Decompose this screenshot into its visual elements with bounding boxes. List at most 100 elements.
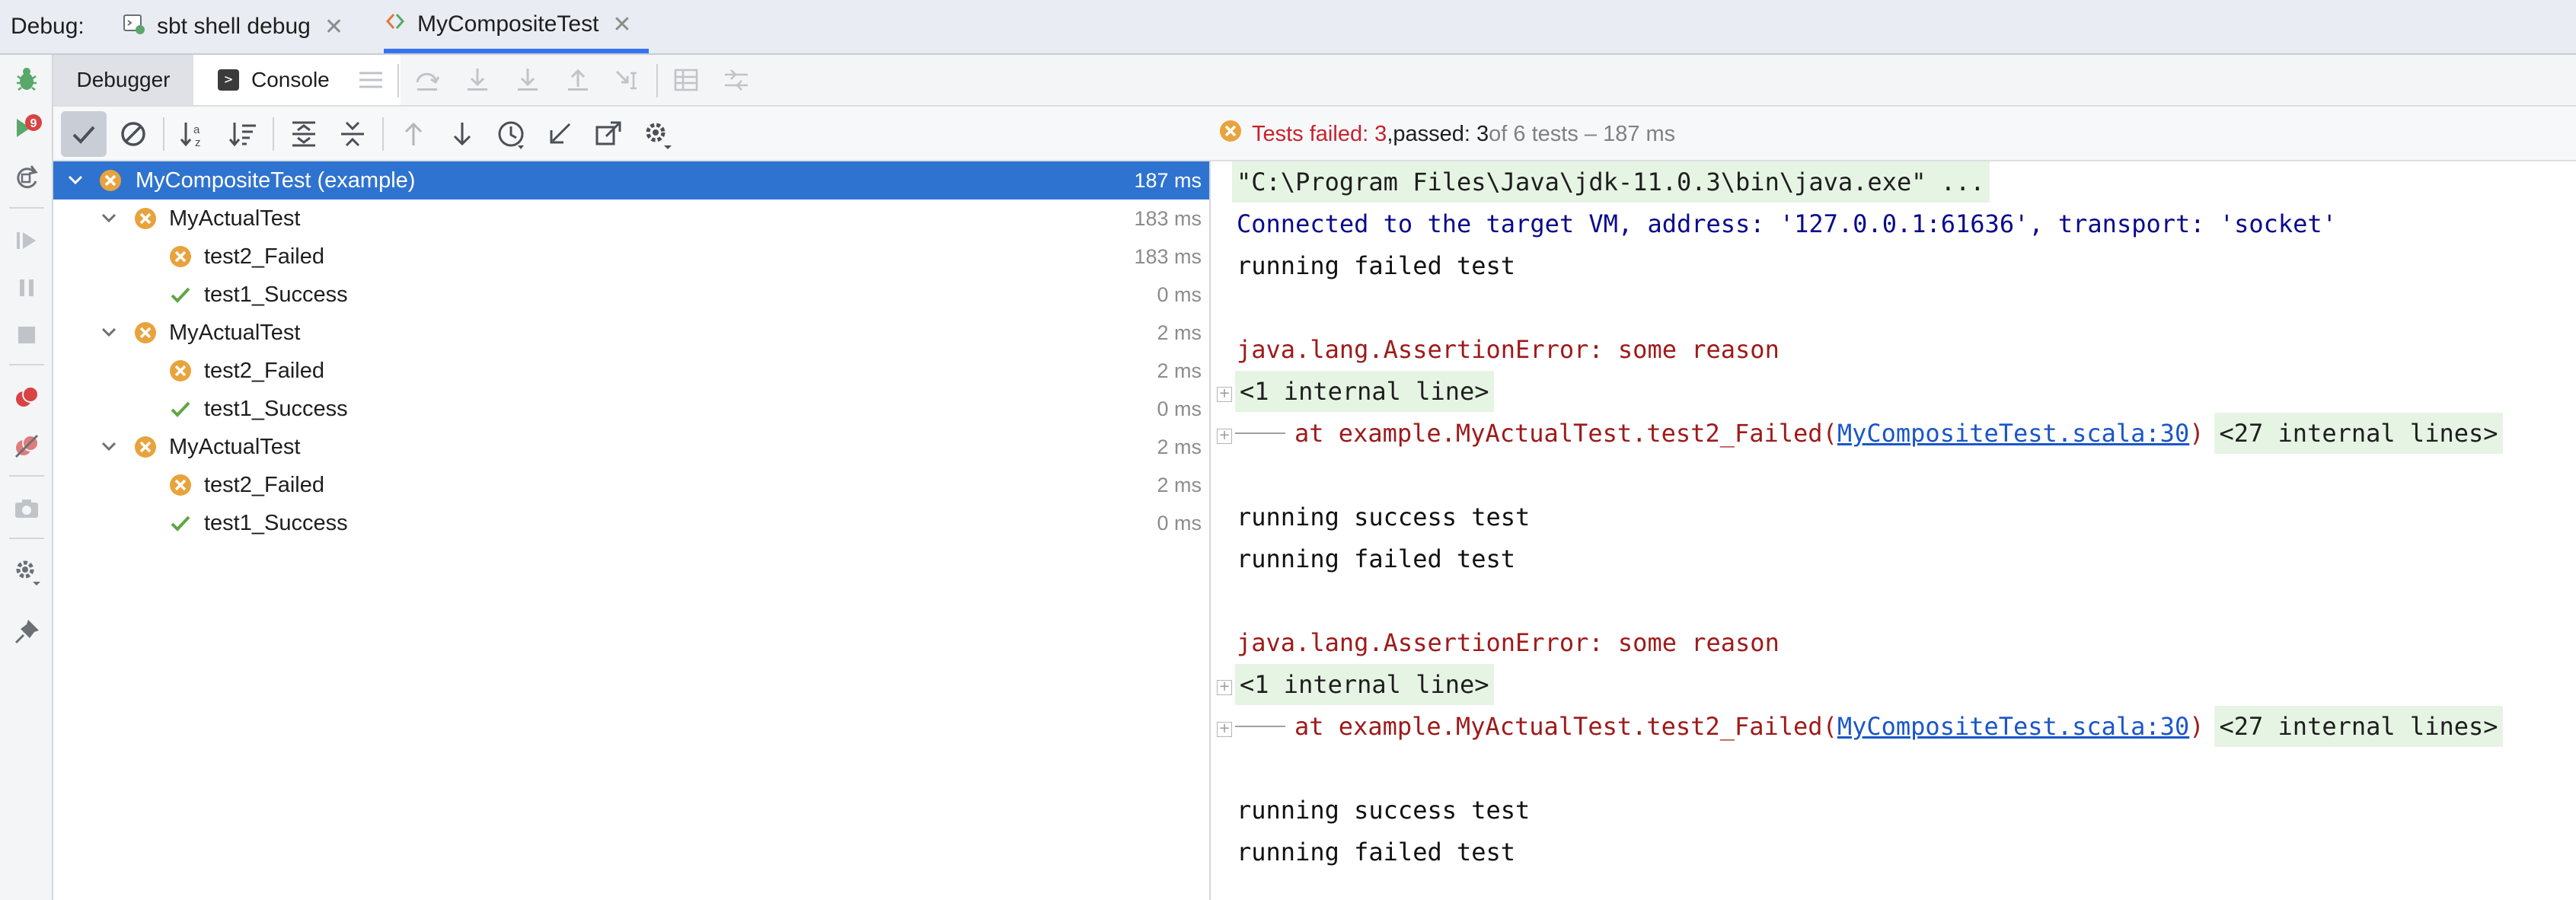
fold-expand-icon[interactable]: + bbox=[1217, 429, 1232, 444]
debug-bug-icon[interactable] bbox=[10, 62, 43, 96]
tree-row-test[interactable]: test2_Failed 183 ms bbox=[53, 238, 1209, 276]
stack-at-text: at example.MyActualTest.test2_Failed( bbox=[1294, 712, 1837, 741]
stop-icon[interactable] bbox=[10, 318, 43, 352]
collapse-all-icon[interactable] bbox=[335, 116, 370, 152]
tree-row-duration: 183 ms bbox=[1134, 206, 1202, 230]
sort-by-duration-icon[interactable] bbox=[225, 116, 260, 152]
mute-breakpoints-icon[interactable] bbox=[10, 429, 43, 463]
toolbar-divider bbox=[9, 364, 44, 365]
chevron-down-icon[interactable] bbox=[97, 436, 120, 458]
console-output-line: running success test bbox=[1237, 503, 1531, 531]
chevron-down-icon[interactable] bbox=[97, 321, 120, 344]
tree-row-root[interactable]: MyCompositeTest (example) 187 ms bbox=[53, 161, 1209, 199]
show-passed-toggle[interactable] bbox=[61, 111, 107, 157]
close-icon[interactable]: ✕ bbox=[324, 14, 343, 40]
tree-row-duration: 2 ms bbox=[1157, 321, 1202, 344]
status-separator: , bbox=[1387, 121, 1393, 146]
stack-connector bbox=[1235, 726, 1285, 727]
toolbar-divider bbox=[9, 475, 44, 477]
debug-tab-bar: Debug: sbt shell debug ✕ MyCompositeTest… bbox=[0, 0, 2576, 55]
tree-row-test[interactable]: test2_Failed 2 ms bbox=[53, 466, 1209, 504]
source-link[interactable]: MyCompositeTest.scala:30 bbox=[1837, 706, 2189, 747]
sort-alphabetically-icon[interactable]: az bbox=[177, 116, 212, 152]
test-status-summary: Tests failed: 3 , passed: 3 of 6 tests –… bbox=[1218, 119, 1675, 149]
failed-status-icon bbox=[1218, 119, 1243, 149]
console-stack-line: at example.MyActualTest.test2_Failed( My… bbox=[1235, 413, 2503, 454]
tree-row-group[interactable]: MyActualTest 2 ms bbox=[53, 314, 1209, 352]
tab-debugger[interactable]: Debugger bbox=[53, 55, 193, 105]
run-to-cursor-icon[interactable] bbox=[612, 64, 644, 96]
tree-row-test[interactable]: test1_Success 0 ms bbox=[53, 390, 1209, 428]
menu-lines-icon[interactable] bbox=[355, 64, 387, 96]
tree-row-name: test2_Failed bbox=[204, 472, 324, 497]
debugger-toolbar: Debugger > Console bbox=[53, 55, 2576, 107]
tree-row-name: test1_Success bbox=[204, 510, 348, 535]
passed-check-icon bbox=[168, 282, 193, 308]
trace-icon[interactable] bbox=[720, 64, 752, 96]
rerun-icon[interactable]: 9 bbox=[10, 113, 43, 146]
view-breakpoints-icon[interactable] bbox=[10, 381, 43, 414]
tree-row-test[interactable]: test2_Failed 2 ms bbox=[53, 352, 1209, 390]
step-over-icon[interactable] bbox=[411, 64, 443, 96]
toolbar-divider bbox=[273, 117, 274, 151]
reload-classes-icon[interactable] bbox=[10, 161, 43, 195]
fold-expand-icon[interactable]: + bbox=[1217, 722, 1232, 737]
pause-icon[interactable] bbox=[10, 271, 43, 305]
console-error-line: java.lang.AssertionError: some reason bbox=[1237, 335, 1780, 364]
evaluate-table-icon[interactable] bbox=[670, 64, 702, 96]
step-out-icon[interactable] bbox=[562, 64, 594, 96]
tab-console-label: Console bbox=[251, 68, 330, 91]
console-internal-line[interactable]: <1 internal line> bbox=[1235, 371, 1494, 412]
chevron-down-icon[interactable] bbox=[97, 207, 120, 230]
settings-icon[interactable] bbox=[10, 554, 43, 588]
tree-row-duration: 0 ms bbox=[1157, 511, 1202, 535]
tab-sbt-shell-debug[interactable]: sbt shell debug ✕ bbox=[122, 0, 343, 53]
pin-icon[interactable] bbox=[10, 615, 43, 649]
next-failed-icon[interactable] bbox=[445, 116, 480, 152]
failed-status-icon bbox=[132, 320, 158, 346]
tree-row-test[interactable]: test1_Success 0 ms bbox=[53, 276, 1209, 314]
console-output[interactable]: "C:\Program Files\Java\jdk-11.0.3\bin\ja… bbox=[1212, 161, 2576, 900]
sbt-shell-icon bbox=[122, 11, 146, 42]
import-tests-icon[interactable] bbox=[542, 116, 577, 152]
console-internal-line[interactable]: <1 internal line> bbox=[1235, 664, 1494, 705]
expand-all-icon[interactable] bbox=[286, 116, 321, 152]
fold-expand-icon[interactable]: + bbox=[1217, 387, 1232, 402]
stack-paren: ) bbox=[2189, 419, 2204, 448]
tree-row-name: MyCompositeTest (example) bbox=[136, 168, 416, 193]
check-icon bbox=[72, 126, 95, 144]
passed-check-icon bbox=[168, 396, 193, 422]
failed-status-icon bbox=[97, 168, 123, 193]
resume-icon[interactable] bbox=[10, 224, 43, 257]
test-history-icon[interactable] bbox=[493, 116, 528, 152]
console-error-line: java.lang.AssertionError: some reason bbox=[1237, 628, 1780, 657]
previous-failed-icon[interactable] bbox=[396, 116, 431, 152]
chevron-down-icon[interactable] bbox=[64, 169, 87, 192]
test-runner-toolbar: az Tests failed: 3 , passed: 3 of 6 test… bbox=[53, 107, 2576, 161]
step-into-icon[interactable] bbox=[461, 64, 493, 96]
toolbar-divider bbox=[382, 117, 384, 151]
test-settings-icon[interactable] bbox=[640, 116, 675, 152]
toolbar-divider bbox=[9, 538, 44, 539]
stack-connector bbox=[1235, 432, 1285, 434]
test-tree: MyCompositeTest (example) 187 ms MyActua… bbox=[53, 161, 1211, 900]
camera-icon[interactable] bbox=[10, 492, 43, 525]
tree-row-group[interactable]: MyActualTest 2 ms bbox=[53, 428, 1209, 466]
failed-status-icon bbox=[168, 472, 193, 498]
tab-mycompositetest[interactable]: MyCompositeTest ✕ bbox=[384, 0, 649, 53]
tree-row-test[interactable]: test1_Success 0 ms bbox=[53, 504, 1209, 542]
close-icon[interactable]: ✕ bbox=[612, 11, 631, 38]
internal-lines-fold[interactable]: <27 internal lines> bbox=[2214, 413, 2503, 454]
tree-row-duration: 0 ms bbox=[1157, 282, 1202, 306]
svg-text:z: z bbox=[195, 136, 201, 149]
tree-row-group[interactable]: MyActualTest 183 ms bbox=[53, 199, 1209, 238]
fold-expand-icon[interactable]: + bbox=[1217, 680, 1232, 695]
tree-row-duration: 2 ms bbox=[1157, 359, 1202, 382]
failed-status-icon bbox=[132, 206, 158, 231]
export-tests-icon[interactable] bbox=[591, 116, 626, 152]
force-step-into-icon[interactable] bbox=[512, 64, 544, 96]
tree-row-name: MyActualTest bbox=[169, 206, 301, 231]
internal-lines-fold[interactable]: <27 internal lines> bbox=[2214, 706, 2503, 747]
source-link[interactable]: MyCompositeTest.scala:30 bbox=[1837, 413, 2189, 454]
show-ignored-icon[interactable] bbox=[116, 116, 151, 152]
